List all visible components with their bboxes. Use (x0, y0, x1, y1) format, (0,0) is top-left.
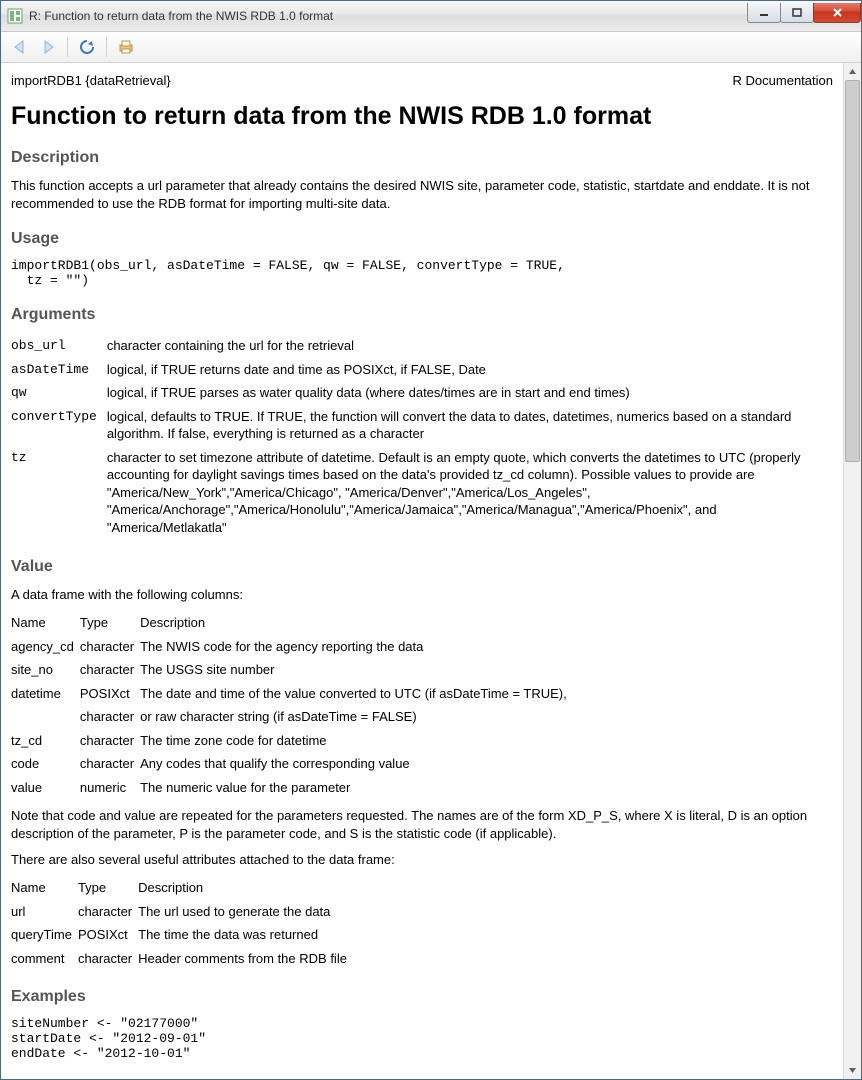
doc-topic: importRDB1 {dataRetrieval} (11, 73, 171, 88)
table-row: tzcharacter to set timezone attribute of… (11, 446, 833, 540)
arguments-table: obs_urlcharacter containing the url for … (11, 334, 833, 539)
col-name: Name (11, 876, 78, 900)
arg-desc: character to set timezone attribute of d… (107, 446, 833, 540)
table-row: queryTimePOSIXctThe time the data was re… (11, 923, 353, 947)
table-row: tz_cdcharacterThe time zone code for dat… (11, 729, 573, 753)
value-heading: Value (11, 558, 833, 576)
vertical-scrollbar[interactable] (843, 63, 861, 1079)
col-desc: Description (138, 876, 353, 900)
close-button[interactable] (813, 3, 861, 23)
table-row: commentcharacterHeader comments from the… (11, 947, 353, 971)
scroll-thumb[interactable] (845, 80, 860, 462)
scroll-down-button[interactable] (844, 1062, 861, 1079)
app-icon (7, 8, 23, 24)
arg-name: asDateTime (11, 358, 107, 382)
attributes-table: Name Type Description urlcharacterThe ur… (11, 876, 353, 970)
arg-name: tz (11, 446, 107, 540)
value-intro: A data frame with the following columns: (11, 586, 833, 604)
col-type: Type (80, 611, 140, 635)
col-name: Name (11, 611, 80, 635)
window-buttons (748, 3, 861, 23)
toolbar-separator (67, 37, 68, 57)
table-row: valuenumericThe numeric value for the pa… (11, 776, 573, 800)
usage-heading: Usage (11, 230, 833, 248)
table-row: agency_cdcharacterThe NWIS code for the … (11, 635, 573, 659)
doc-header: importRDB1 {dataRetrieval} R Documentati… (11, 73, 833, 88)
page-title: Function to return data from the NWIS RD… (11, 102, 833, 131)
col-type: Type (78, 876, 138, 900)
window: R: Function to return data from the NWIS… (0, 0, 862, 1080)
toolbar (1, 32, 861, 63)
refresh-button[interactable] (76, 36, 98, 58)
table-row: asDateTimelogical, if TRUE returns date … (11, 358, 833, 382)
maximize-button[interactable] (780, 3, 814, 23)
titlebar[interactable]: R: Function to return data from the NWIS… (1, 1, 861, 32)
table-row: convertTypelogical, defaults to TRUE. If… (11, 405, 833, 446)
scroll-up-button[interactable] (844, 63, 861, 80)
value-table: Name Type Description agency_cdcharacter… (11, 611, 573, 799)
table-row: urlcharacterThe url used to generate the… (11, 900, 353, 924)
description-heading: Description (11, 149, 833, 167)
arg-name: convertType (11, 405, 107, 446)
back-button[interactable] (9, 36, 31, 58)
window-title: R: Function to return data from the NWIS… (29, 9, 748, 23)
table-row: site_nocharacterThe USGS site number (11, 658, 573, 682)
examples-code: siteNumber <- "02177000" startDate <- "2… (11, 1016, 833, 1061)
table-row: codecharacterAny codes that qualify the … (11, 752, 573, 776)
arg-desc: logical, if TRUE parses as water quality… (107, 381, 833, 405)
value-note2: There are also several useful attributes… (11, 851, 833, 869)
table-row: qwlogical, if TRUE parses as water quali… (11, 381, 833, 405)
minimize-button[interactable] (747, 3, 781, 23)
table-row: characteror raw character string (if asD… (11, 705, 573, 729)
table-row: datetimePOSIXctThe date and time of the … (11, 682, 573, 706)
forward-button[interactable] (37, 36, 59, 58)
table-header-row: Name Type Description (11, 876, 353, 900)
description-text: This function accepts a url parameter th… (11, 177, 833, 212)
usage-code: importRDB1(obs_url, asDateTime = FALSE, … (11, 258, 833, 288)
arguments-heading: Arguments (11, 306, 833, 324)
examples-heading: Examples (11, 988, 833, 1006)
content-wrap: importRDB1 {dataRetrieval} R Documentati… (1, 63, 861, 1079)
value-note1: Note that code and value are repeated fo… (11, 807, 833, 842)
table-header-row: Name Type Description (11, 611, 573, 635)
doc-source: R Documentation (733, 73, 833, 88)
arg-name: qw (11, 381, 107, 405)
arg-desc: logical, if TRUE returns date and time a… (107, 358, 833, 382)
table-row: obs_urlcharacter containing the url for … (11, 334, 833, 358)
print-button[interactable] (115, 36, 137, 58)
toolbar-separator (106, 37, 107, 57)
col-desc: Description (140, 611, 573, 635)
content: importRDB1 {dataRetrieval} R Documentati… (1, 63, 843, 1079)
arg-desc: logical, defaults to TRUE. If TRUE, the … (107, 405, 833, 446)
arg-desc: character containing the url for the ret… (107, 334, 833, 358)
arg-name: obs_url (11, 334, 107, 358)
